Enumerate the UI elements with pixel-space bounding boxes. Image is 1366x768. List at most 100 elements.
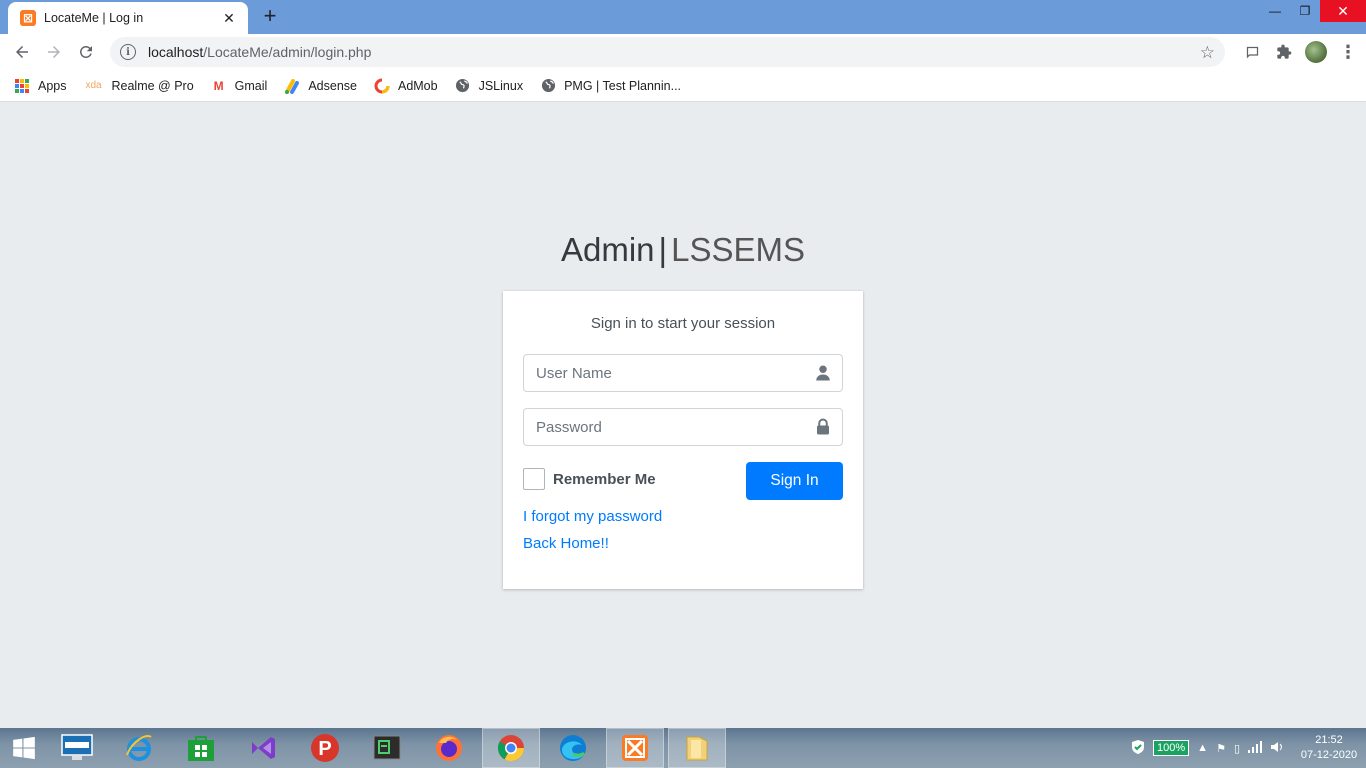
- xda-icon: xda: [85, 80, 102, 91]
- flag-icon[interactable]: ⚑: [1216, 742, 1226, 755]
- address-bar[interactable]: i localhost/LocateMe/admin/login.php ☆: [110, 37, 1225, 67]
- reload-icon: [79, 45, 92, 58]
- back-button[interactable]: [6, 36, 38, 68]
- globe-icon: [455, 78, 471, 94]
- firefox-icon: [436, 735, 462, 761]
- url-text: localhost/LocateMe/admin/login.php: [148, 44, 371, 60]
- arrow-right-icon: [48, 46, 60, 58]
- globe-icon: [540, 78, 556, 94]
- terminal-ide-icon: [373, 735, 401, 760]
- username-input[interactable]: [524, 355, 842, 391]
- page-content: Admin | LSSEMS Sign in to start your sessi…: [0, 103, 1366, 728]
- login-actions-row: Remember Me Sign In: [523, 462, 843, 502]
- forward-button[interactable]: [38, 36, 70, 68]
- toolbar-extensions: ⋮: [1236, 34, 1364, 70]
- start-button[interactable]: [0, 728, 48, 768]
- bookmark-apps[interactable]: Apps: [14, 78, 67, 94]
- taskbar-visual-studio[interactable]: [234, 728, 292, 768]
- site-info-icon[interactable]: i: [120, 44, 136, 60]
- taskbar-store[interactable]: [172, 728, 230, 768]
- svg-text:P: P: [318, 738, 331, 760]
- bookmark-label: Apps: [38, 78, 67, 93]
- bookmark-realme[interactable]: xda Realme @ Pro: [84, 78, 194, 94]
- browser-toolbar: i localhost/LocateMe/admin/login.php ☆ ⋮: [0, 34, 1366, 70]
- restore-button[interactable]: ❐: [1290, 0, 1320, 22]
- logo-main: Admin: [560, 231, 655, 268]
- remember-checkbox[interactable]: [523, 468, 545, 490]
- clock[interactable]: 21:52 07-12-2020: [1292, 733, 1366, 763]
- chevron-up-icon[interactable]: ▲: [1197, 742, 1208, 754]
- edge-icon: [560, 735, 586, 761]
- taskbar-psiphon[interactable]: P: [296, 728, 354, 768]
- taskbar-chrome[interactable]: [482, 728, 540, 768]
- login-box-message: Sign in to start your session: [590, 315, 776, 332]
- adsense-icon: [284, 78, 300, 94]
- reload-button[interactable]: [70, 36, 102, 68]
- new-tab-button[interactable]: +: [258, 5, 282, 29]
- logo-sub: LSSEMS: [671, 231, 805, 268]
- gmail-icon: M: [213, 78, 224, 93]
- avatar: [1305, 41, 1327, 63]
- taskbar-eclipse[interactable]: [358, 728, 416, 768]
- back-home-link[interactable]: Back Home!!: [523, 535, 843, 552]
- bookmark-label: Realme @ Pro: [111, 78, 194, 93]
- bookmark-admob[interactable]: AdMob: [374, 78, 438, 94]
- login-logo[interactable]: Admin | LSSEMS: [0, 231, 1366, 269]
- psiphon-icon: P: [311, 734, 339, 762]
- speaker-icon[interactable]: [1270, 740, 1284, 757]
- taskbar-ie[interactable]: [110, 728, 168, 768]
- lenovo-monitor-icon: [61, 734, 93, 760]
- url-path: /LocateMe/admin/login.php: [203, 44, 372, 60]
- close-window-button[interactable]: ✕: [1320, 0, 1366, 22]
- bookmarks-bar: Apps xda Realme @ Pro M Gmail Adsense Ad…: [0, 70, 1366, 102]
- taskbar-lenovo[interactable]: [48, 728, 106, 768]
- bookmark-pmg[interactable]: PMG | Test Plannin...: [540, 78, 681, 94]
- apps-grid-icon: [14, 78, 30, 94]
- user-icon: [816, 365, 830, 381]
- browser-tab[interactable]: ⊠ LocateMe | Log in ✕: [8, 2, 248, 34]
- chat-bubble-icon[interactable]: [1236, 36, 1268, 68]
- xampp-favicon-icon: ⊠: [20, 10, 36, 26]
- taskbar-firefox[interactable]: [420, 728, 478, 768]
- bookmark-label: Adsense: [308, 78, 357, 93]
- chrome-icon: [497, 735, 525, 762]
- windows-logo-icon: [13, 736, 35, 760]
- bookmark-jslinux[interactable]: JSLinux: [455, 78, 523, 94]
- profile-avatar[interactable]: [1300, 36, 1332, 68]
- shield-icon[interactable]: [1131, 739, 1145, 758]
- extensions-puzzle-icon[interactable]: [1268, 36, 1300, 68]
- folder-icon: [686, 736, 708, 761]
- tab-close-icon[interactable]: ✕: [220, 10, 238, 27]
- battery-status[interactable]: 100%: [1153, 740, 1190, 756]
- password-input[interactable]: [524, 409, 842, 445]
- clock-date: 07-12-2020: [1300, 749, 1358, 761]
- signal-icon[interactable]: [1248, 740, 1262, 756]
- bookmark-label: Gmail: [234, 78, 268, 93]
- lock-icon: [817, 418, 829, 435]
- url-host: localhost: [148, 44, 204, 60]
- internet-explorer-icon: [126, 735, 152, 761]
- forgot-password-link[interactable]: I forgot my password: [523, 508, 843, 525]
- taskbar-edge[interactable]: [544, 728, 602, 768]
- device-icon[interactable]: ▯: [1234, 742, 1240, 755]
- remember-me[interactable]: Remember Me: [523, 468, 656, 490]
- menu-kebab-icon[interactable]: ⋮: [1332, 36, 1364, 68]
- password-group: [523, 408, 843, 446]
- logo-separator: |: [658, 231, 668, 268]
- store-icon: [188, 736, 214, 761]
- system-tray: 100% ▲ ⚑ ▯ 21:52 07-12-2020: [1131, 728, 1366, 768]
- xampp-icon: [622, 735, 648, 761]
- bookmark-label: PMG | Test Plannin...: [564, 78, 682, 93]
- minimize-button[interactable]: —: [1260, 0, 1290, 22]
- bookmark-adsense[interactable]: Adsense: [284, 78, 357, 94]
- browser-tab-strip: ⊠ LocateMe | Log in ✕ + — ❐ ✕: [0, 0, 1366, 34]
- visual-studio-icon: [252, 737, 275, 759]
- username-group: [523, 354, 843, 392]
- taskbar-file-explorer[interactable]: [668, 728, 726, 768]
- window-controls: — ❐ ✕: [1260, 0, 1366, 22]
- sign-in-button[interactable]: Sign In: [746, 462, 843, 500]
- bookmark-star-icon[interactable]: ☆: [1200, 43, 1215, 63]
- tab-title: LocateMe | Log in: [44, 11, 144, 25]
- bookmark-gmail[interactable]: M Gmail: [211, 78, 268, 94]
- taskbar-xampp[interactable]: [606, 728, 664, 768]
